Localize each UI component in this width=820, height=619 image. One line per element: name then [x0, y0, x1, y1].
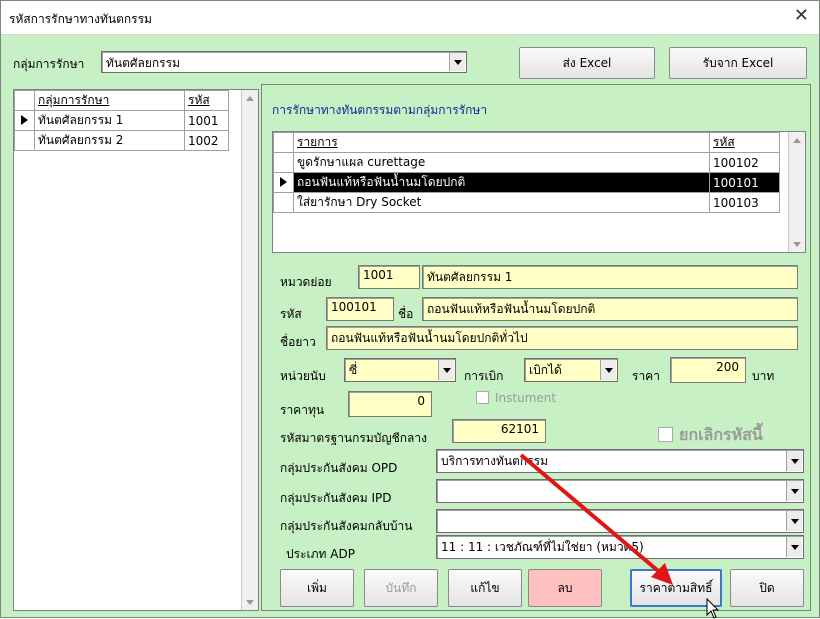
column-header-item[interactable]: รายการ — [293, 132, 710, 153]
add-button[interactable]: เพิ่ม — [280, 569, 354, 607]
price-field[interactable]: 200 — [670, 357, 746, 383]
table-row[interactable]: ขูดรักษาแผล curettage 100102 — [273, 152, 780, 173]
table-cell: 100101 — [709, 172, 780, 193]
cost-field[interactable]: 0 — [348, 391, 432, 417]
ipd-label: กลุ่มประกันสังคม IPD — [280, 491, 392, 505]
name-label: ชื่อ — [398, 307, 414, 321]
treatment-detail-panel: การรักษาทางทันตกรรมตามกลุ่มการรักษา รายก… — [261, 84, 811, 611]
indicator-header — [14, 90, 35, 111]
table-cell: 100102 — [709, 152, 780, 173]
table-cell: 1001 — [184, 110, 229, 131]
longname-field[interactable]: ถอนฟันแท้หรือฟันน้ำนมโดยปกติทั่วไป — [326, 326, 798, 350]
table-row[interactable]: ทันตศัลยกรรม 2 1002 — [14, 130, 229, 151]
table-cell: ใส่ยารักษา Dry Socket — [293, 192, 710, 213]
chevron-down-icon[interactable] — [438, 360, 454, 380]
subcategory-name-field[interactable]: ทันตศัลยกรรม 1 — [422, 265, 798, 289]
unit-select-value: ซี่ — [349, 363, 358, 377]
row-indicator-icon — [14, 110, 35, 131]
group-select-value: ทันตศัลยกรรม — [106, 56, 180, 70]
table-cell: 100103 — [709, 192, 780, 213]
adp-label: ประเภท ADP — [286, 547, 355, 561]
left-grid-scrollbar[interactable] — [241, 90, 258, 610]
treatment-item-grid[interactable]: รายการ รหัส ขูดรักษาแผล curettage 100102… — [272, 131, 806, 253]
price-label: ราคา — [632, 369, 660, 383]
adp-select[interactable]: 11 : 11 : เวชภัณฑ์ที่ไม่ใช่ยา (หมวด5) — [436, 535, 804, 559]
close-icon[interactable]: ✕ — [794, 5, 809, 26]
longname-label: ชื่อยาว — [280, 335, 316, 349]
edit-button[interactable]: แก้ไข — [448, 569, 522, 607]
scroll-up-icon[interactable] — [789, 132, 805, 148]
table-cell: ทันตศัลยกรรม 2 — [34, 130, 185, 151]
table-cell: 1002 — [184, 130, 229, 151]
adp-select-value: 11 : 11 : เวชภัณฑ์ที่ไม่ใช่ยา (หมวด5) — [441, 540, 644, 554]
name-field[interactable]: ถอนฟันแท้หรือฟันน้ำนมโดยปกติ — [422, 297, 798, 321]
close-button[interactable]: ปิด — [730, 569, 804, 607]
delete-button[interactable]: ลบ — [528, 569, 602, 607]
send-excel-button[interactable]: ส่ง Excel — [519, 47, 655, 79]
checkbox-icon — [476, 391, 489, 404]
save-button[interactable]: บันทึก — [364, 569, 438, 607]
opd-label: กลุ่มประกันสังคม OPD — [280, 461, 398, 475]
row-indicator — [14, 130, 35, 151]
unit-label: หน่วยนับ — [280, 369, 326, 383]
table-row-selected[interactable]: ถอนฟันแท้หรือฟันน้ำนมโดยปกติ 100101 — [273, 172, 780, 193]
table-cell: ขูดรักษาแผล curettage — [293, 152, 710, 173]
column-header-code[interactable]: รหัส — [709, 132, 780, 153]
treatment-group-grid[interactable]: กลุ่มการรักษา รหัส ทันตศัลยกรรม 1 1001 ท… — [13, 89, 259, 611]
item-grid-scrollbar[interactable] — [788, 132, 805, 252]
unit-select[interactable]: ซี่ — [344, 358, 456, 382]
home-label: กลุ่มประกันสังคมกลับบ้าน — [280, 519, 413, 533]
row-indicator — [273, 152, 294, 173]
chevron-down-icon[interactable] — [786, 537, 802, 557]
ipd-select[interactable] — [436, 479, 804, 503]
treatment-group-table: กลุ่มการรักษา รหัส ทันตศัลยกรรม 1 1001 ท… — [14, 90, 229, 151]
opd-select[interactable]: บริการทางทันตกรรม — [436, 449, 804, 473]
subcategory-label: หมวดย่อย — [280, 275, 332, 289]
indicator-header — [273, 132, 294, 153]
standard-code-label: รหัสมาตรฐานกรมบัญชีกลาง — [280, 431, 427, 445]
receive-excel-button[interactable]: รับจาก Excel — [669, 47, 807, 79]
price-by-right-button[interactable]: ราคาตามสิทธิ์ — [630, 569, 722, 607]
row-indicator — [273, 192, 294, 213]
group-label: กลุ่มการรักษา — [13, 57, 85, 71]
opd-select-value: บริการทางทันตกรรม — [441, 454, 548, 468]
instrument-label: Instument — [495, 391, 557, 405]
table-cell: ถอนฟันแท้หรือฟันน้ำนมโดยปกติ — [293, 172, 710, 193]
chevron-down-icon[interactable] — [600, 360, 616, 380]
code-field[interactable]: 100101 — [326, 297, 394, 321]
code-label: รหัส — [280, 307, 302, 321]
title-bar: รหัสการรักษาทางทันตกรรม ✕ — [1, 1, 819, 35]
group-select[interactable]: ทันตศัลยกรรม — [101, 51, 467, 73]
home-select[interactable] — [436, 509, 804, 533]
subcategory-code-field[interactable]: 1001 — [358, 265, 420, 289]
scroll-down-icon[interactable] — [789, 236, 805, 252]
window-title: รหัสการรักษาทางทันตกรรม — [9, 12, 152, 26]
chevron-down-icon[interactable] — [786, 511, 802, 531]
panel-title: การรักษาทางทันตกรรมตามกลุ่มการรักษา — [272, 103, 488, 117]
column-header-code[interactable]: รหัส — [184, 90, 229, 111]
table-row[interactable]: ทันตศัลยกรรม 1 1001 — [14, 110, 229, 131]
table-row[interactable]: ใส่ยารักษา Dry Socket 100103 — [273, 192, 780, 213]
treatment-item-table: รายการ รหัส ขูดรักษาแผล curettage 100102… — [273, 132, 780, 213]
claim-select[interactable]: เบิกได้ — [524, 358, 618, 382]
standard-code-field[interactable]: 62101 — [452, 419, 546, 443]
cancel-code-checkbox[interactable]: ยกเลิกรหัสนี้ — [658, 423, 763, 448]
checkbox-icon — [658, 427, 673, 442]
claim-select-value: เบิกได้ — [529, 363, 562, 377]
chevron-down-icon[interactable] — [786, 481, 802, 501]
table-cell: ทันตศัลยกรรม 1 — [34, 110, 185, 131]
chevron-down-icon[interactable] — [449, 53, 465, 71]
baht-label: บาท — [752, 369, 775, 383]
column-header-group[interactable]: กลุ่มการรักษา — [34, 90, 185, 111]
cost-label: ราคาทุน — [280, 403, 325, 417]
chevron-down-icon[interactable] — [786, 451, 802, 471]
row-indicator-icon — [273, 172, 294, 193]
claim-label: การเบิก — [464, 369, 504, 383]
cancel-code-label: ยกเลิกรหัสนี้ — [679, 425, 763, 444]
scroll-up-icon[interactable] — [242, 90, 258, 106]
scroll-down-icon[interactable] — [242, 594, 258, 610]
dental-treatment-code-window: รหัสการรักษาทางทันตกรรม ✕ กลุ่มการรักษา … — [0, 0, 820, 619]
instrument-checkbox[interactable]: Instument — [476, 391, 556, 405]
